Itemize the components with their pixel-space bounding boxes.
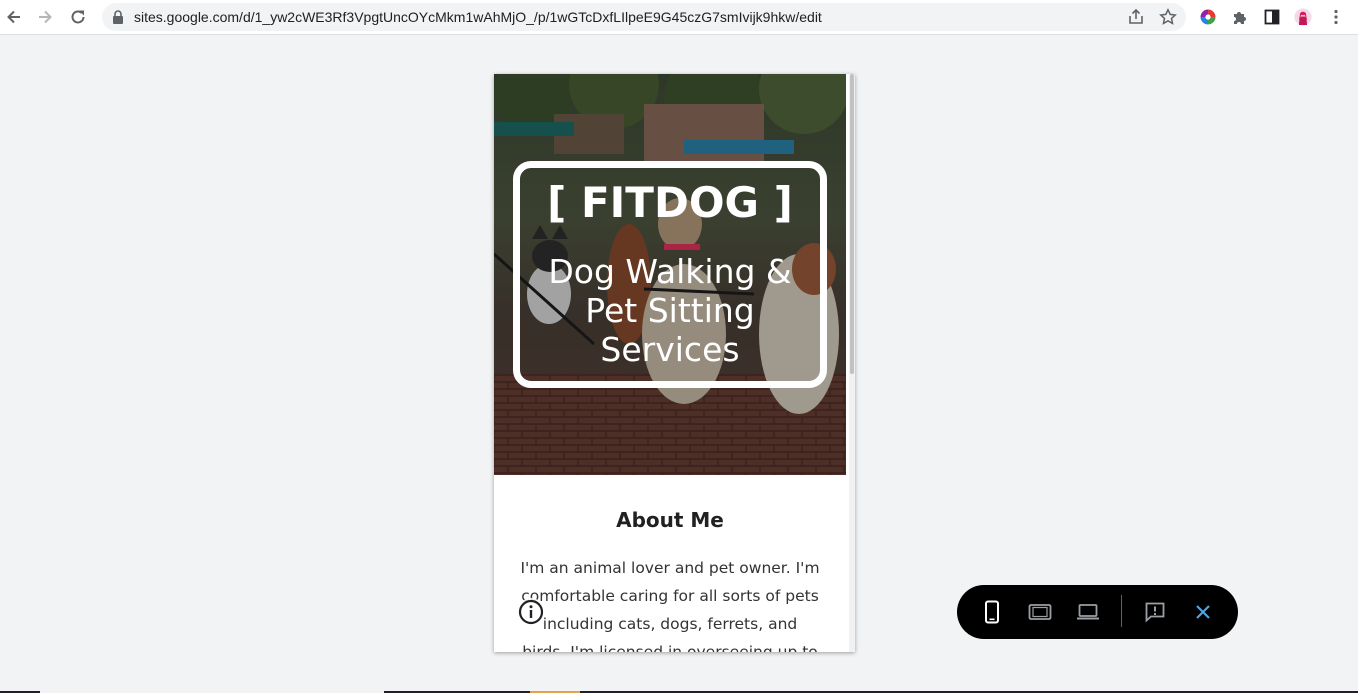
side-panel-icon [1264,9,1280,25]
feedback-icon [1145,602,1165,623]
arrow-left-icon [7,10,20,24]
preview-device-toolbar [957,585,1238,639]
back-button[interactable] [1,4,27,30]
reload-button[interactable] [65,4,91,30]
tablet-preview-button[interactable] [1027,599,1053,625]
hero-banner: [ FITDOG ] Dog Walking & Pet Sitting Ser… [494,74,846,475]
about-body-text: I'm an animal lover and pet owner. I'm c… [520,559,820,652]
lock-icon [113,10,123,24]
profile-button[interactable] [1290,4,1316,30]
profile-avatar-icon [1294,8,1312,26]
info-icon [518,599,544,625]
laptop-icon [1077,604,1099,620]
kebab-menu-icon [1334,9,1338,25]
site-subtitle: Dog Walking & Pet Sitting Services [548,252,792,369]
address-bar[interactable]: sites.google.com/d/1_yw2cWE3Rf3VpgtUncOY… [102,3,1186,31]
preview-scrollbar-thumb[interactable] [850,74,854,374]
color-wheel-extension-icon [1200,9,1216,25]
browser-menu-button[interactable] [1323,4,1349,30]
site-info-button[interactable] [517,598,545,626]
phone-preview-frame: [ FITDOG ] Dog Walking & Pet Sitting Ser… [494,74,855,652]
share-icon[interactable] [1127,8,1145,26]
desktop-preview-button[interactable] [1075,599,1101,625]
about-heading: About Me [616,508,724,532]
puzzle-icon [1234,12,1246,24]
phone-icon [985,600,999,624]
close-icon [1196,605,1210,619]
report-issue-button[interactable] [1142,599,1168,625]
close-preview-button[interactable] [1190,599,1216,625]
color-extension-button[interactable] [1195,4,1221,30]
url-text[interactable]: sites.google.com/d/1_yw2cWE3Rf3VpgtUncOY… [134,3,822,31]
forward-button[interactable] [32,4,58,30]
phone-preview-button[interactable] [979,599,1005,625]
site-title: [ FITDOG ] [547,178,793,227]
tablet-icon [1028,604,1052,620]
browser-toolbar: sites.google.com/d/1_yw2cWE3Rf3VpgtUncOY… [0,0,1358,35]
toolbar-divider [1121,595,1122,627]
reload-icon [71,10,85,24]
star-icon[interactable] [1159,8,1177,26]
arrow-right-icon [39,10,52,24]
side-panel-button[interactable] [1259,4,1285,30]
extensions-button[interactable] [1227,4,1253,30]
